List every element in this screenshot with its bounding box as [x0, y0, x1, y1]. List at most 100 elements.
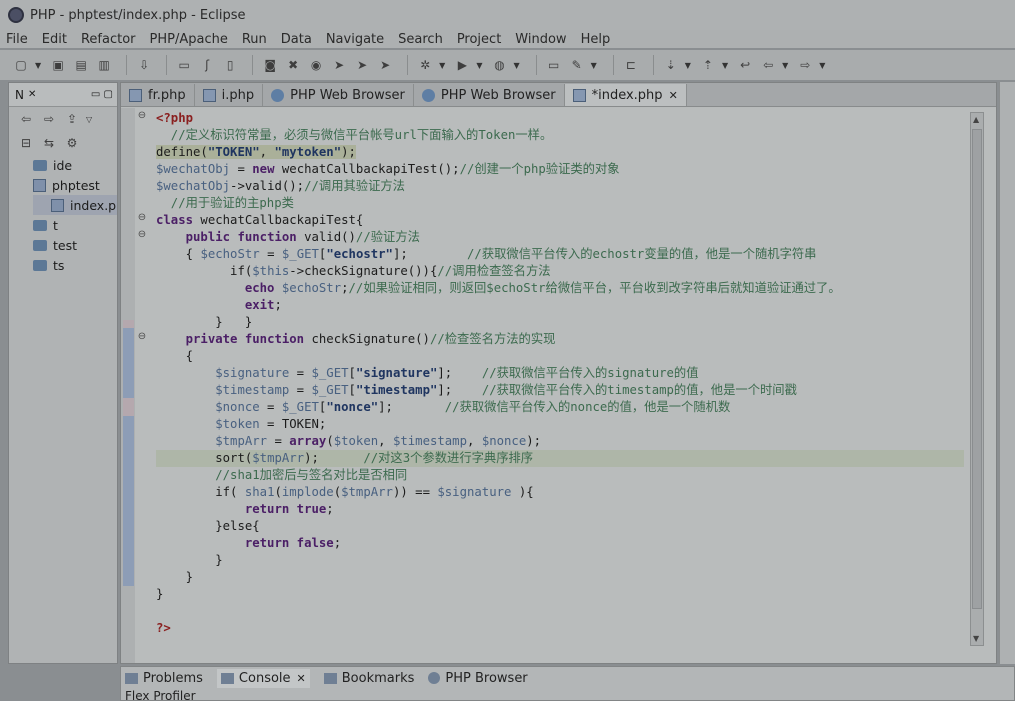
code-line: ?>: [156, 621, 171, 635]
tree-item-phptest[interactable]: phptest: [33, 175, 117, 195]
search-icon[interactable]: ✎: [568, 56, 586, 74]
toolbar-divider: [535, 55, 537, 75]
menu-data[interactable]: Data: [281, 32, 312, 47]
fold-toggle-icon[interactable]: ⊖: [135, 229, 149, 240]
chevron-down-icon[interactable]: ▼: [685, 61, 691, 70]
tab-php-browser[interactable]: PHP Browser: [428, 671, 528, 686]
close-icon[interactable]: ✕: [28, 89, 36, 100]
open-folder-icon[interactable]: ▭: [175, 56, 193, 74]
next-annotation-icon[interactable]: ⇣: [662, 56, 680, 74]
tab-php-web-browser-1[interactable]: PHP Web Browser: [263, 84, 414, 106]
chevron-down-icon[interactable]: ▼: [476, 61, 482, 70]
back-icon[interactable]: ⇦: [17, 110, 35, 128]
chevron-down-icon[interactable]: ▼: [35, 61, 41, 70]
tab-console[interactable]: Console ✕: [216, 668, 310, 688]
scroll-up-icon[interactable]: ▲: [973, 115, 979, 124]
debug-run-2-icon[interactable]: ➤: [353, 56, 371, 74]
chevron-down-icon[interactable]: ▼: [513, 61, 519, 70]
bug-icon[interactable]: ✲: [416, 56, 434, 74]
chevron-down-icon[interactable]: ▼: [819, 61, 825, 70]
window-titlebar: PHP - phptest/index.php - Eclipse: [0, 0, 1015, 30]
run-icon[interactable]: ▶: [453, 56, 471, 74]
php-file-icon: [129, 88, 142, 102]
new-icon[interactable]: ▢: [12, 56, 30, 74]
filter-icon[interactable]: ⚙: [63, 134, 81, 152]
up-folder-icon[interactable]: ⇪: [63, 110, 81, 128]
tree-item-ts[interactable]: ts: [33, 255, 117, 275]
debug-run-3-icon[interactable]: ➤: [376, 56, 394, 74]
save-all-icon[interactable]: ▤: [72, 56, 90, 74]
menu-file[interactable]: File: [6, 32, 28, 47]
code-line: class wechatCallbackapiTest{: [156, 213, 364, 227]
new-file-icon[interactable]: ▯: [221, 56, 239, 74]
menu-edit[interactable]: Edit: [42, 32, 67, 47]
menu-search[interactable]: Search: [398, 32, 443, 47]
new-js-file-icon[interactable]: ʃ: [198, 56, 216, 74]
code-line: return true;: [244, 502, 334, 516]
sql-icon[interactable]: ◉: [307, 56, 325, 74]
console-content: Flex Profiler: [125, 689, 196, 701]
close-icon[interactable]: ✕: [297, 672, 306, 685]
menu-help[interactable]: Help: [581, 32, 611, 47]
download-icon[interactable]: ⇩: [135, 56, 153, 74]
chevron-down-icon[interactable]: ▼: [591, 61, 597, 70]
menu-refactor[interactable]: Refactor: [81, 32, 136, 47]
last-edit-icon[interactable]: ↩: [736, 56, 754, 74]
tab-i-php[interactable]: i.php: [195, 84, 264, 106]
debug-run-icon[interactable]: ➤: [330, 56, 348, 74]
navigator-tab[interactable]: N: [15, 88, 24, 102]
code-content[interactable]: <?php //定义标识符常量，必须与微信平台帐号url下面输入的Token一样…: [156, 110, 964, 637]
print-icon[interactable]: ▥: [95, 56, 113, 74]
scrollbar-thumb[interactable]: [972, 129, 982, 609]
collapse-all-icon[interactable]: ⊟: [17, 134, 35, 152]
tree-item-t[interactable]: t: [33, 215, 117, 235]
forward-icon[interactable]: ⇨: [796, 56, 814, 74]
navigator-toolbar: ⇦ ⇨ ⇪ ▽: [9, 107, 117, 131]
fold-toggle-icon[interactable]: ⊖: [135, 212, 149, 223]
external-tools-icon[interactable]: ◍: [490, 56, 508, 74]
right-side-panel: [999, 82, 1015, 664]
code-line: //用于验证的主php类: [156, 196, 294, 210]
prev-annotation-icon[interactable]: ⇡: [699, 56, 717, 74]
scroll-down-icon[interactable]: ▼: [973, 634, 979, 643]
menu-window[interactable]: Window: [515, 32, 566, 47]
php-project-icon: [33, 178, 46, 192]
tree-item-index-php[interactable]: index.p: [33, 195, 117, 215]
menu-php-apache[interactable]: PHP/Apache: [150, 32, 228, 47]
toggle-mark-icon[interactable]: ⊏: [622, 56, 640, 74]
editor-vertical-scrollbar[interactable]: ▲ ▼: [970, 112, 984, 646]
code-editor[interactable]: ⊖ ⊖ ⊖ ⊖ <?php //定义标识符常量，必须与微信平台帐号url下面输入…: [121, 108, 996, 663]
close-icon[interactable]: ✕: [669, 89, 678, 102]
back-icon[interactable]: ⇦: [759, 56, 777, 74]
tab-php-web-browser-2[interactable]: PHP Web Browser: [414, 84, 565, 106]
apache-start-icon[interactable]: ◙: [261, 56, 279, 74]
chevron-down-icon[interactable]: ▼: [722, 61, 728, 70]
menu-navigate[interactable]: Navigate: [326, 32, 384, 47]
code-line: }: [156, 587, 164, 601]
tree-item-ide[interactable]: ide: [33, 155, 117, 175]
eclipse-logo-icon: [8, 7, 24, 23]
navigator-panel: N ✕ ▭ ▢ ⇦ ⇨ ⇪ ▽ ⊟ ⇆ ⚙ ide phptest index.…: [8, 82, 118, 664]
menu-project[interactable]: Project: [457, 32, 501, 47]
menu-run[interactable]: Run: [242, 32, 267, 47]
chevron-down-icon[interactable]: ▼: [439, 61, 445, 70]
tab-index-php[interactable]: *index.php ✕: [564, 84, 687, 106]
toolbar-divider: [652, 55, 654, 75]
code-line: <?php: [156, 111, 194, 125]
tree-item-test[interactable]: test: [33, 235, 117, 255]
fold-toggle-icon[interactable]: ⊖: [135, 110, 149, 121]
tab-bookmarks[interactable]: Bookmarks: [323, 671, 414, 686]
view-menu-icon[interactable]: ▽: [86, 115, 92, 124]
fold-toggle-icon[interactable]: ⊖: [135, 331, 149, 342]
apache-stop-icon[interactable]: ✖: [284, 56, 302, 74]
minimize-maximize-icon[interactable]: ▭ ▢: [91, 89, 113, 100]
chevron-down-icon[interactable]: ▼: [782, 61, 788, 70]
forward-icon[interactable]: ⇨: [40, 110, 58, 128]
open-type-icon[interactable]: ▭: [545, 56, 563, 74]
save-icon[interactable]: ▣: [49, 56, 67, 74]
link-editor-icon[interactable]: ⇆: [40, 134, 58, 152]
problems-icon: [125, 672, 138, 684]
tab-fr-php[interactable]: fr.php: [121, 84, 195, 106]
tab-problems[interactable]: Problems: [125, 671, 203, 686]
